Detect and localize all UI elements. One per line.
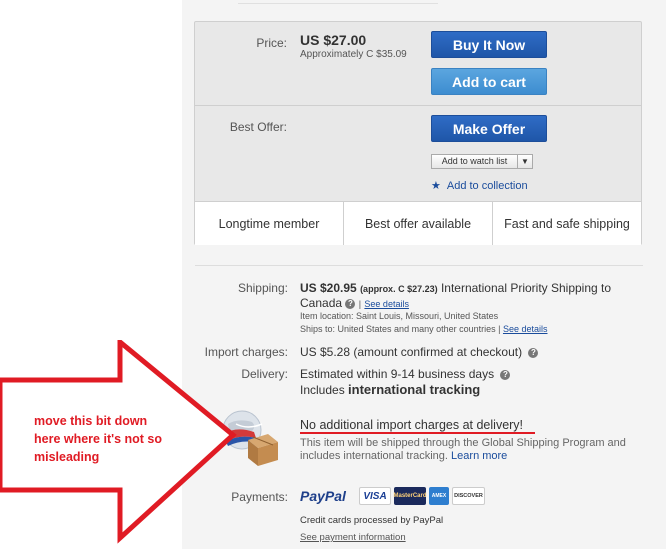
shipping-service: International Priority Shipping to [440, 281, 612, 295]
divider [195, 265, 643, 266]
annotation-line-1: move this bit down [34, 414, 148, 428]
star-icon: ★ [431, 180, 441, 192]
annotation-text: move this bit down here where it's not s… [34, 412, 204, 466]
feature-longtime-member: Longtime member [195, 202, 344, 245]
gsp-description: This item will be shipped through the Gl… [300, 437, 626, 463]
delivery-includes: Includes [300, 383, 345, 397]
amex-logo: AMEX [429, 487, 449, 505]
see-payment-info-link[interactable]: See payment information [300, 532, 406, 543]
cut-off-row [238, 0, 438, 4]
make-offer-button[interactable]: Make Offer [431, 115, 547, 142]
item-location: Item location: Saint Louis, Missouri, Un… [300, 311, 499, 321]
payments-label: Payments: [231, 490, 288, 504]
chevron-down-icon[interactable]: ▼ [518, 157, 532, 166]
add-to-collection-link[interactable]: ★ Add to collection [431, 179, 528, 193]
ships-to-text: Ships to: United States and many other c… [300, 324, 501, 334]
mastercard-logo: MasterCard [394, 487, 427, 505]
ships-to: Ships to: United States and many other c… [300, 324, 548, 334]
add-to-cart-button[interactable]: Add to cart [431, 68, 547, 95]
help-icon[interactable]: ? [528, 347, 539, 358]
credit-note: Credit cards processed by PayPal [300, 515, 444, 526]
buy-it-now-button[interactable]: Buy It Now [431, 31, 547, 58]
delivery-tracking: international tracking [348, 382, 481, 397]
gsp-headline: No additional import charges at delivery… [300, 418, 524, 432]
help-icon[interactable]: ? [345, 298, 356, 309]
annotation-line-3: misleading [34, 450, 100, 464]
discover-logo: DISCOVER [452, 487, 485, 505]
shipping-cost: US $20.95 [300, 281, 357, 295]
shipping-info: US $20.95 (approx. C $27.23) Internation… [300, 281, 612, 310]
see-details-link-2[interactable]: See details [503, 324, 548, 334]
best-offer-label: Best Offer: [229, 120, 287, 134]
see-details-link[interactable]: See details [364, 299, 409, 309]
visa-logo: VISA [359, 487, 391, 505]
paypal-logo: PayPal [300, 488, 346, 504]
price-label: Price: [256, 36, 287, 50]
shipping-destination: Canada [300, 296, 343, 310]
divider [195, 105, 641, 106]
price-value: US $27.00 [300, 32, 367, 48]
delivery-info: Estimated within 9-14 business days ? In… [300, 367, 511, 398]
price-approx: Approximately C $35.09 [300, 49, 407, 60]
delivery-estimate: Estimated within 9-14 business days [300, 367, 495, 381]
watch-list-dropdown[interactable]: Add to watch list ▼ [431, 154, 533, 169]
buy-box: Price: US $27.00 Approximately C $35.09 … [194, 21, 642, 245]
annotation-line-2: here where it's not so [34, 432, 163, 446]
shipping-approx: (approx. C $27.23) [360, 284, 438, 294]
import-charges-text: US $5.28 (amount confirmed at checkout) [300, 345, 523, 359]
annotation-underline [300, 432, 535, 434]
learn-more-link[interactable]: Learn more [451, 450, 507, 462]
gsp-body-1: This item will be shipped through the Gl… [300, 437, 626, 449]
seller-features: Longtime member Best offer available Fas… [195, 201, 641, 245]
gsp-body-2: includes international tracking. [300, 450, 448, 462]
feature-fast-shipping: Fast and safe shipping [504, 216, 630, 231]
watch-list-label[interactable]: Add to watch list [432, 155, 518, 168]
import-charges-value: US $5.28 (amount confirmed at checkout) … [300, 345, 539, 359]
shipping-label: Shipping: [237, 281, 288, 295]
help-icon[interactable]: ? [500, 369, 511, 380]
add-to-collection-label[interactable]: Add to collection [447, 180, 528, 192]
feature-best-offer: Best offer available [344, 202, 493, 245]
